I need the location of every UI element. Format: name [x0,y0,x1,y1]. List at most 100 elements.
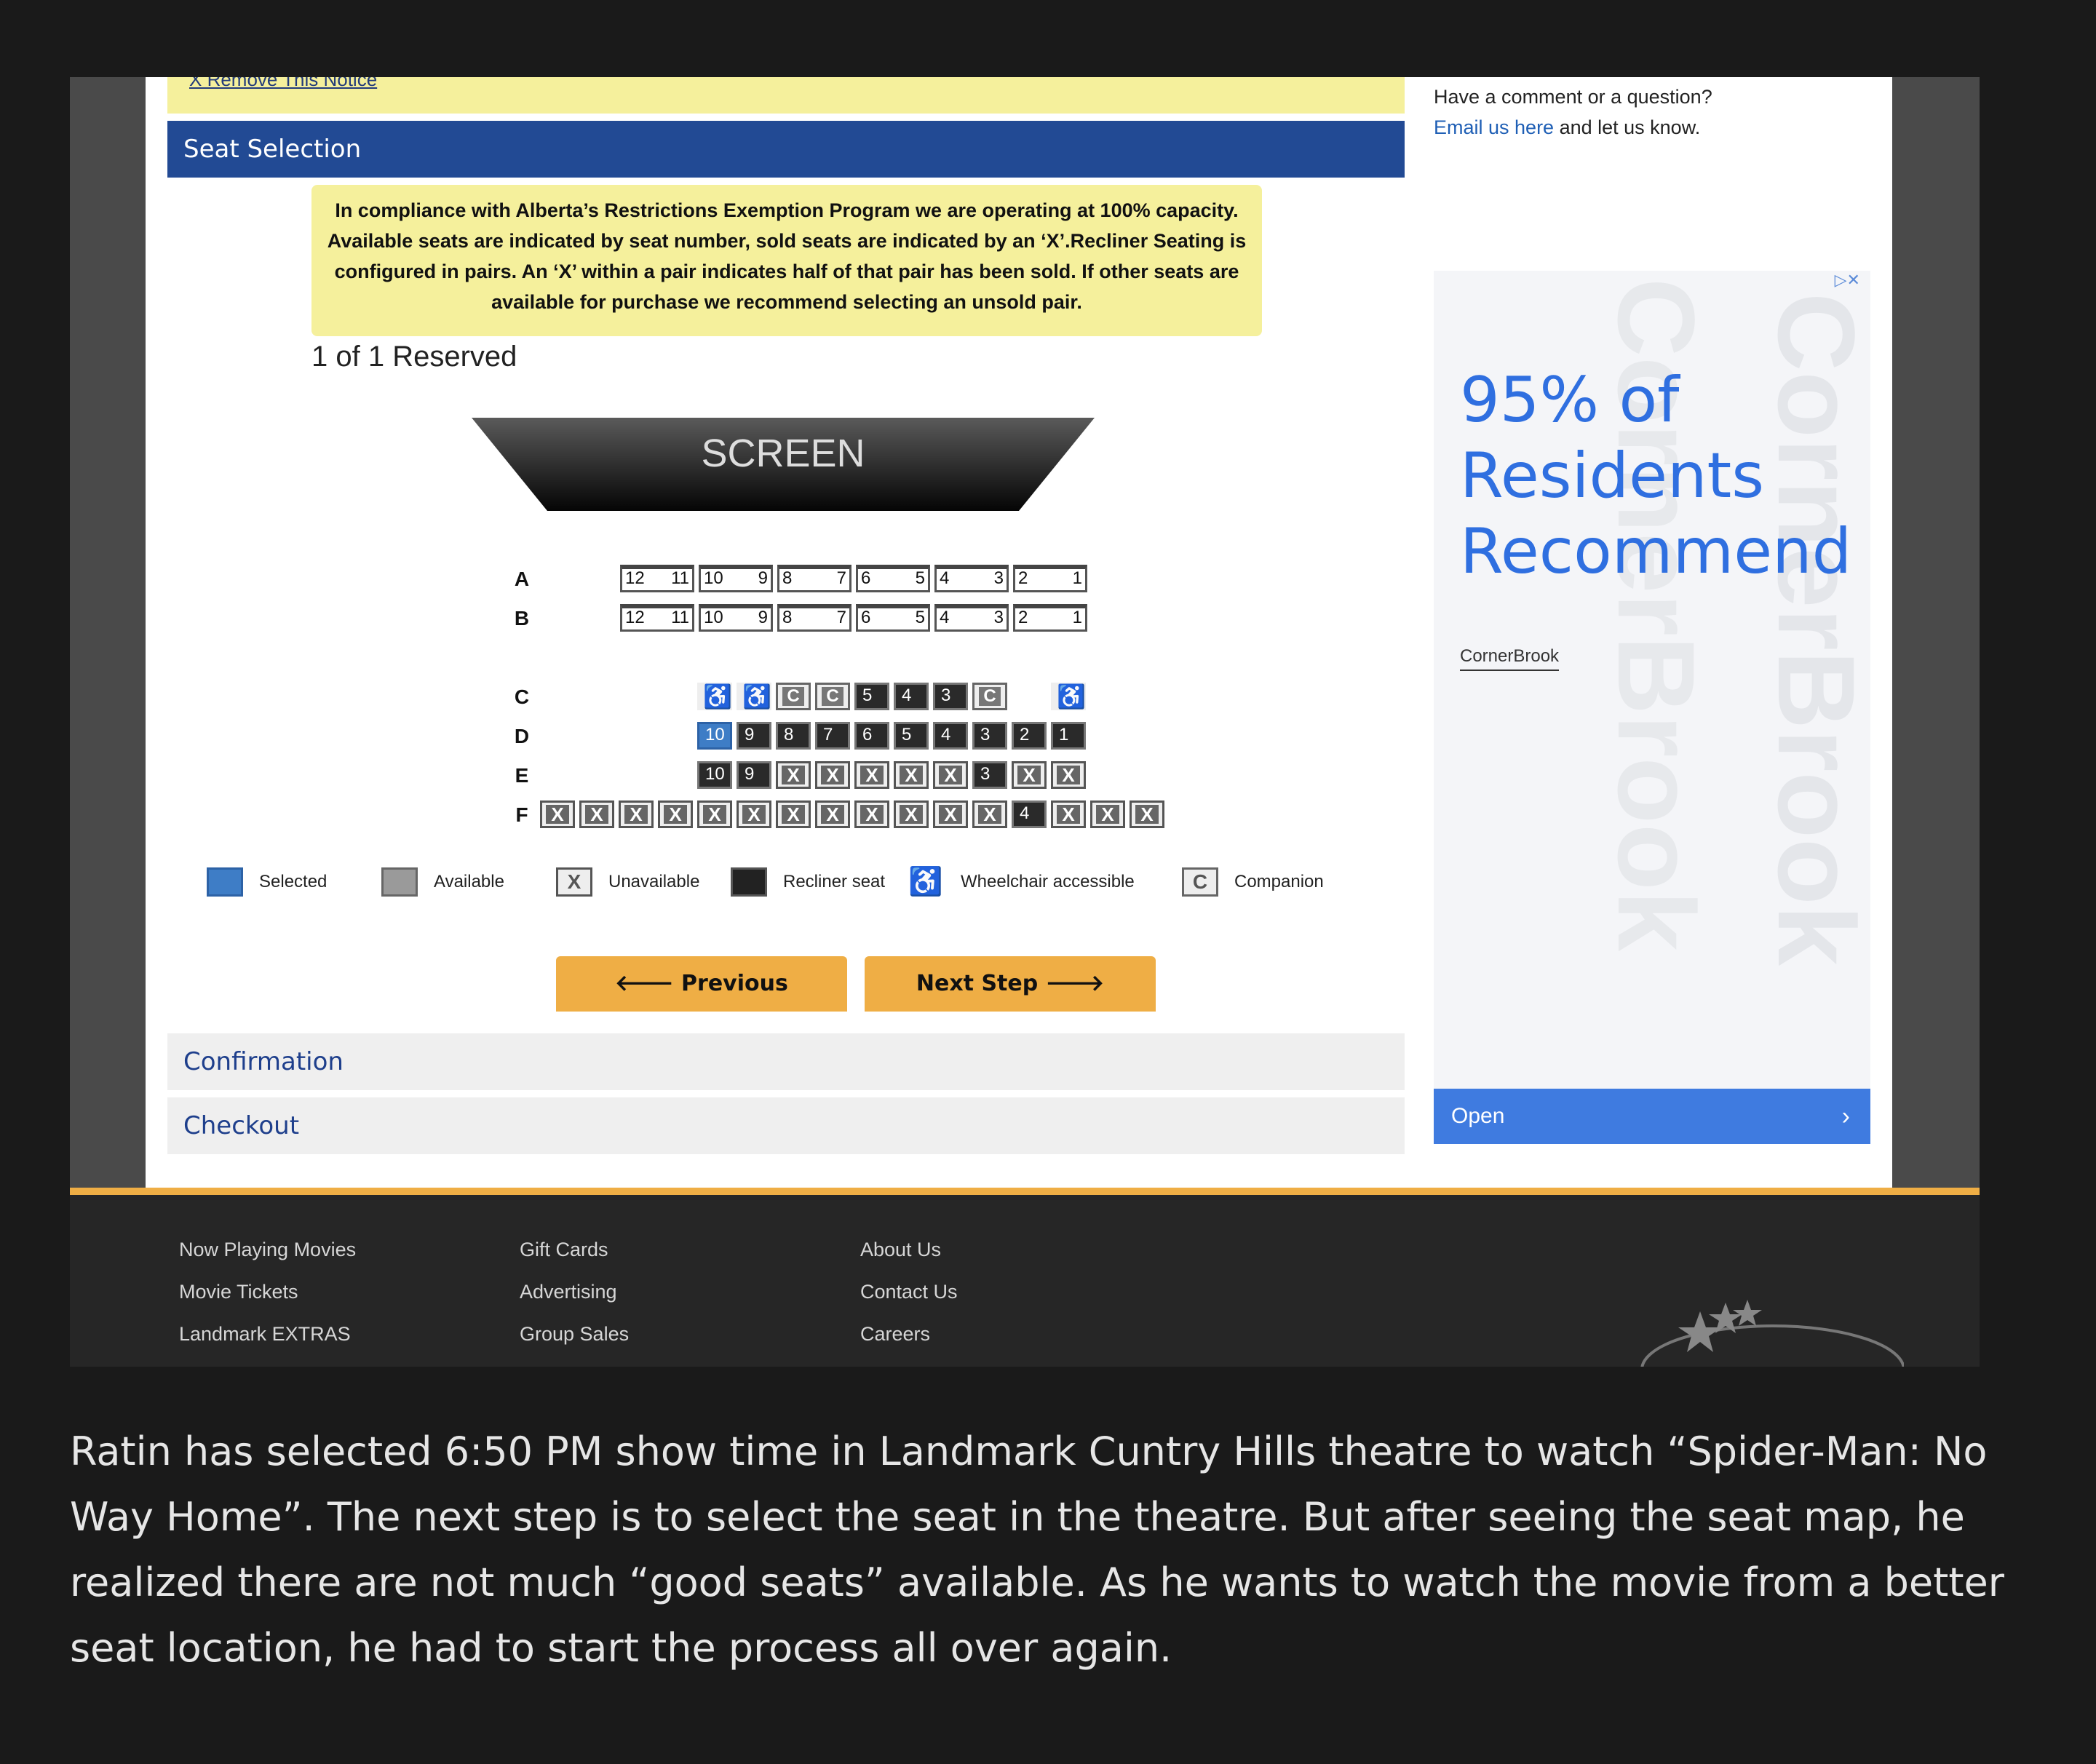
footer-link[interactable]: Contact Us [860,1281,958,1303]
recliner-seat[interactable]: 10 [697,761,732,789]
arrow-left-icon: 🡐 [615,971,674,996]
recliner-seat[interactable]: 1 [1051,722,1086,750]
wheelchair-icon: ♿ [703,683,732,710]
seat-number: 7 [836,568,846,588]
footer-link[interactable]: Gift Cards [520,1239,608,1261]
advertisement[interactable]: CornerBrook CornerBrook ▷✕ 95% of Reside… [1434,271,1870,1144]
seat-selection-header[interactable]: Seat Selection [167,121,1405,178]
footer-link[interactable]: Landmark EXTRAS [179,1323,351,1346]
unavailable-icon: X [782,805,805,824]
seat-number: 3 [993,568,1004,588]
adchoices-icon[interactable]: ▷✕ [1818,271,1860,291]
unavailable-seat: X [894,761,929,789]
sidebar-contact: Have a comment or a question? Email us h… [1434,82,1712,143]
seat-number: 4 [902,686,912,705]
seat-number: 11 [671,608,689,627]
companion-seat[interactable]: C [776,683,811,710]
unavailable-icon: X [585,805,608,824]
footer-link[interactable]: Movie Tickets [179,1281,298,1303]
footer-link[interactable]: Advertising [520,1281,617,1303]
recliner-seat[interactable]: 2 [1012,722,1047,750]
recliner-seat[interactable]: 4 [894,683,929,710]
unavailable-seat: X [933,800,968,828]
recliner-seat[interactable]: 5 [854,683,889,710]
seat-pair[interactable]: 10 9 [699,604,773,632]
legend-label: Companion [1234,872,1324,891]
main-content: X Remove This Notice Seat Selection In c… [146,77,1892,1188]
legend-label: Wheelchair accessible [961,872,1135,891]
checkout-section[interactable]: Checkout [167,1097,1405,1154]
next-step-button[interactable]: Next Step 🡒 [865,956,1156,1012]
seat-number: 10 [705,725,725,744]
seat-pair[interactable]: 12 11 [620,565,694,592]
seat-pair[interactable]: 21 [1013,565,1087,592]
recliner-seat[interactable]: 4 [933,722,968,750]
seat-number: 1 [1059,725,1069,744]
wheelchair-seat[interactable]: ♿ [697,683,732,710]
companion-icon: C [822,687,843,706]
seat-pair[interactable]: 87 [777,604,852,632]
seat-pair[interactable]: 43 [934,604,1009,632]
recliner-seat[interactable]: 7 [815,722,850,750]
seat-number: 5 [902,725,912,744]
seat-number: 4 [940,608,950,627]
footer-link[interactable]: Group Sales [520,1323,629,1346]
unavailable-seat: X [894,800,929,828]
seat-number: 11 [671,568,689,588]
companion-seat[interactable]: C [972,683,1007,710]
legend-label: Available [434,872,504,891]
unavailable-seat: X [619,800,654,828]
ad-brand[interactable]: CornerBrook [1460,646,1560,671]
wheelchair-seat[interactable]: ♿ [1051,683,1086,710]
companion-icon: C [979,687,1001,706]
recliner-seat[interactable]: 3 [972,761,1007,789]
ad-headline-line-3: Recommend [1460,515,1852,588]
chevron-right-icon: › [1841,1102,1850,1130]
footer-link[interactable]: Careers [860,1323,930,1346]
footer-link[interactable]: About Us [860,1239,941,1261]
ad-headline-line-2: Residents [1460,440,1765,512]
seat-number: 2 [1018,568,1028,588]
unavailable-icon: X [860,805,884,824]
recliner-seat[interactable]: 6 [854,722,889,750]
seat-number: 1 [1072,568,1082,588]
seat-number: 5 [862,686,873,705]
unavailable-icon: X [939,805,962,824]
legend-label: Unavailable [608,872,700,891]
remove-notice-link[interactable]: X Remove This Notice [189,77,377,91]
recliner-seat[interactable]: 3 [972,722,1007,750]
seat-pair[interactable]: 43 [934,565,1009,592]
footer-link[interactable]: Now Playing Movies [179,1239,356,1261]
confirmation-section[interactable]: Confirmation [167,1033,1405,1090]
companion-seat[interactable]: C [815,683,850,710]
seat-pair[interactable]: 21 [1013,604,1087,632]
selected-seat[interactable]: 10 [697,722,732,750]
email-us-link[interactable]: Email us here [1434,116,1554,138]
seat-number: 6 [861,608,871,627]
ad-open-button[interactable]: Open › [1434,1089,1870,1144]
seat-pair[interactable]: 65 [856,565,930,592]
row-label-b: B [514,607,530,629]
recliner-seat[interactable]: 4 [1012,800,1047,828]
recliner-seat[interactable]: 8 [776,722,811,750]
seat-pair[interactable]: 87 [777,565,852,592]
reserved-count: 1 of 1 Reserved [311,341,517,373]
ad-headline-line-1: 95% of [1460,364,1680,437]
seat-number: 12 [625,568,645,588]
unavailable-icon: X [624,805,648,824]
recliner-seat[interactable]: 9 [737,722,771,750]
unavailable-seat: X [1090,800,1125,828]
screen-graphic: SCREEN [472,418,1095,511]
seat-pair[interactable]: 12 11 [620,604,694,632]
seat-pair[interactable]: 10 9 [699,565,773,592]
seat-number: 10 [705,764,725,784]
unavailable-icon: X [900,805,923,824]
recliner-seat[interactable]: 3 [933,683,968,710]
arrow-right-icon: 🡒 [1045,971,1105,996]
recliner-seat[interactable]: 9 [737,761,771,789]
seat-pair[interactable]: 65 [856,604,930,632]
seat-number: 5 [915,568,925,588]
previous-button[interactable]: 🡐 Previous [556,956,847,1012]
recliner-seat[interactable]: 5 [894,722,929,750]
wheelchair-seat[interactable]: ♿ [737,683,771,710]
